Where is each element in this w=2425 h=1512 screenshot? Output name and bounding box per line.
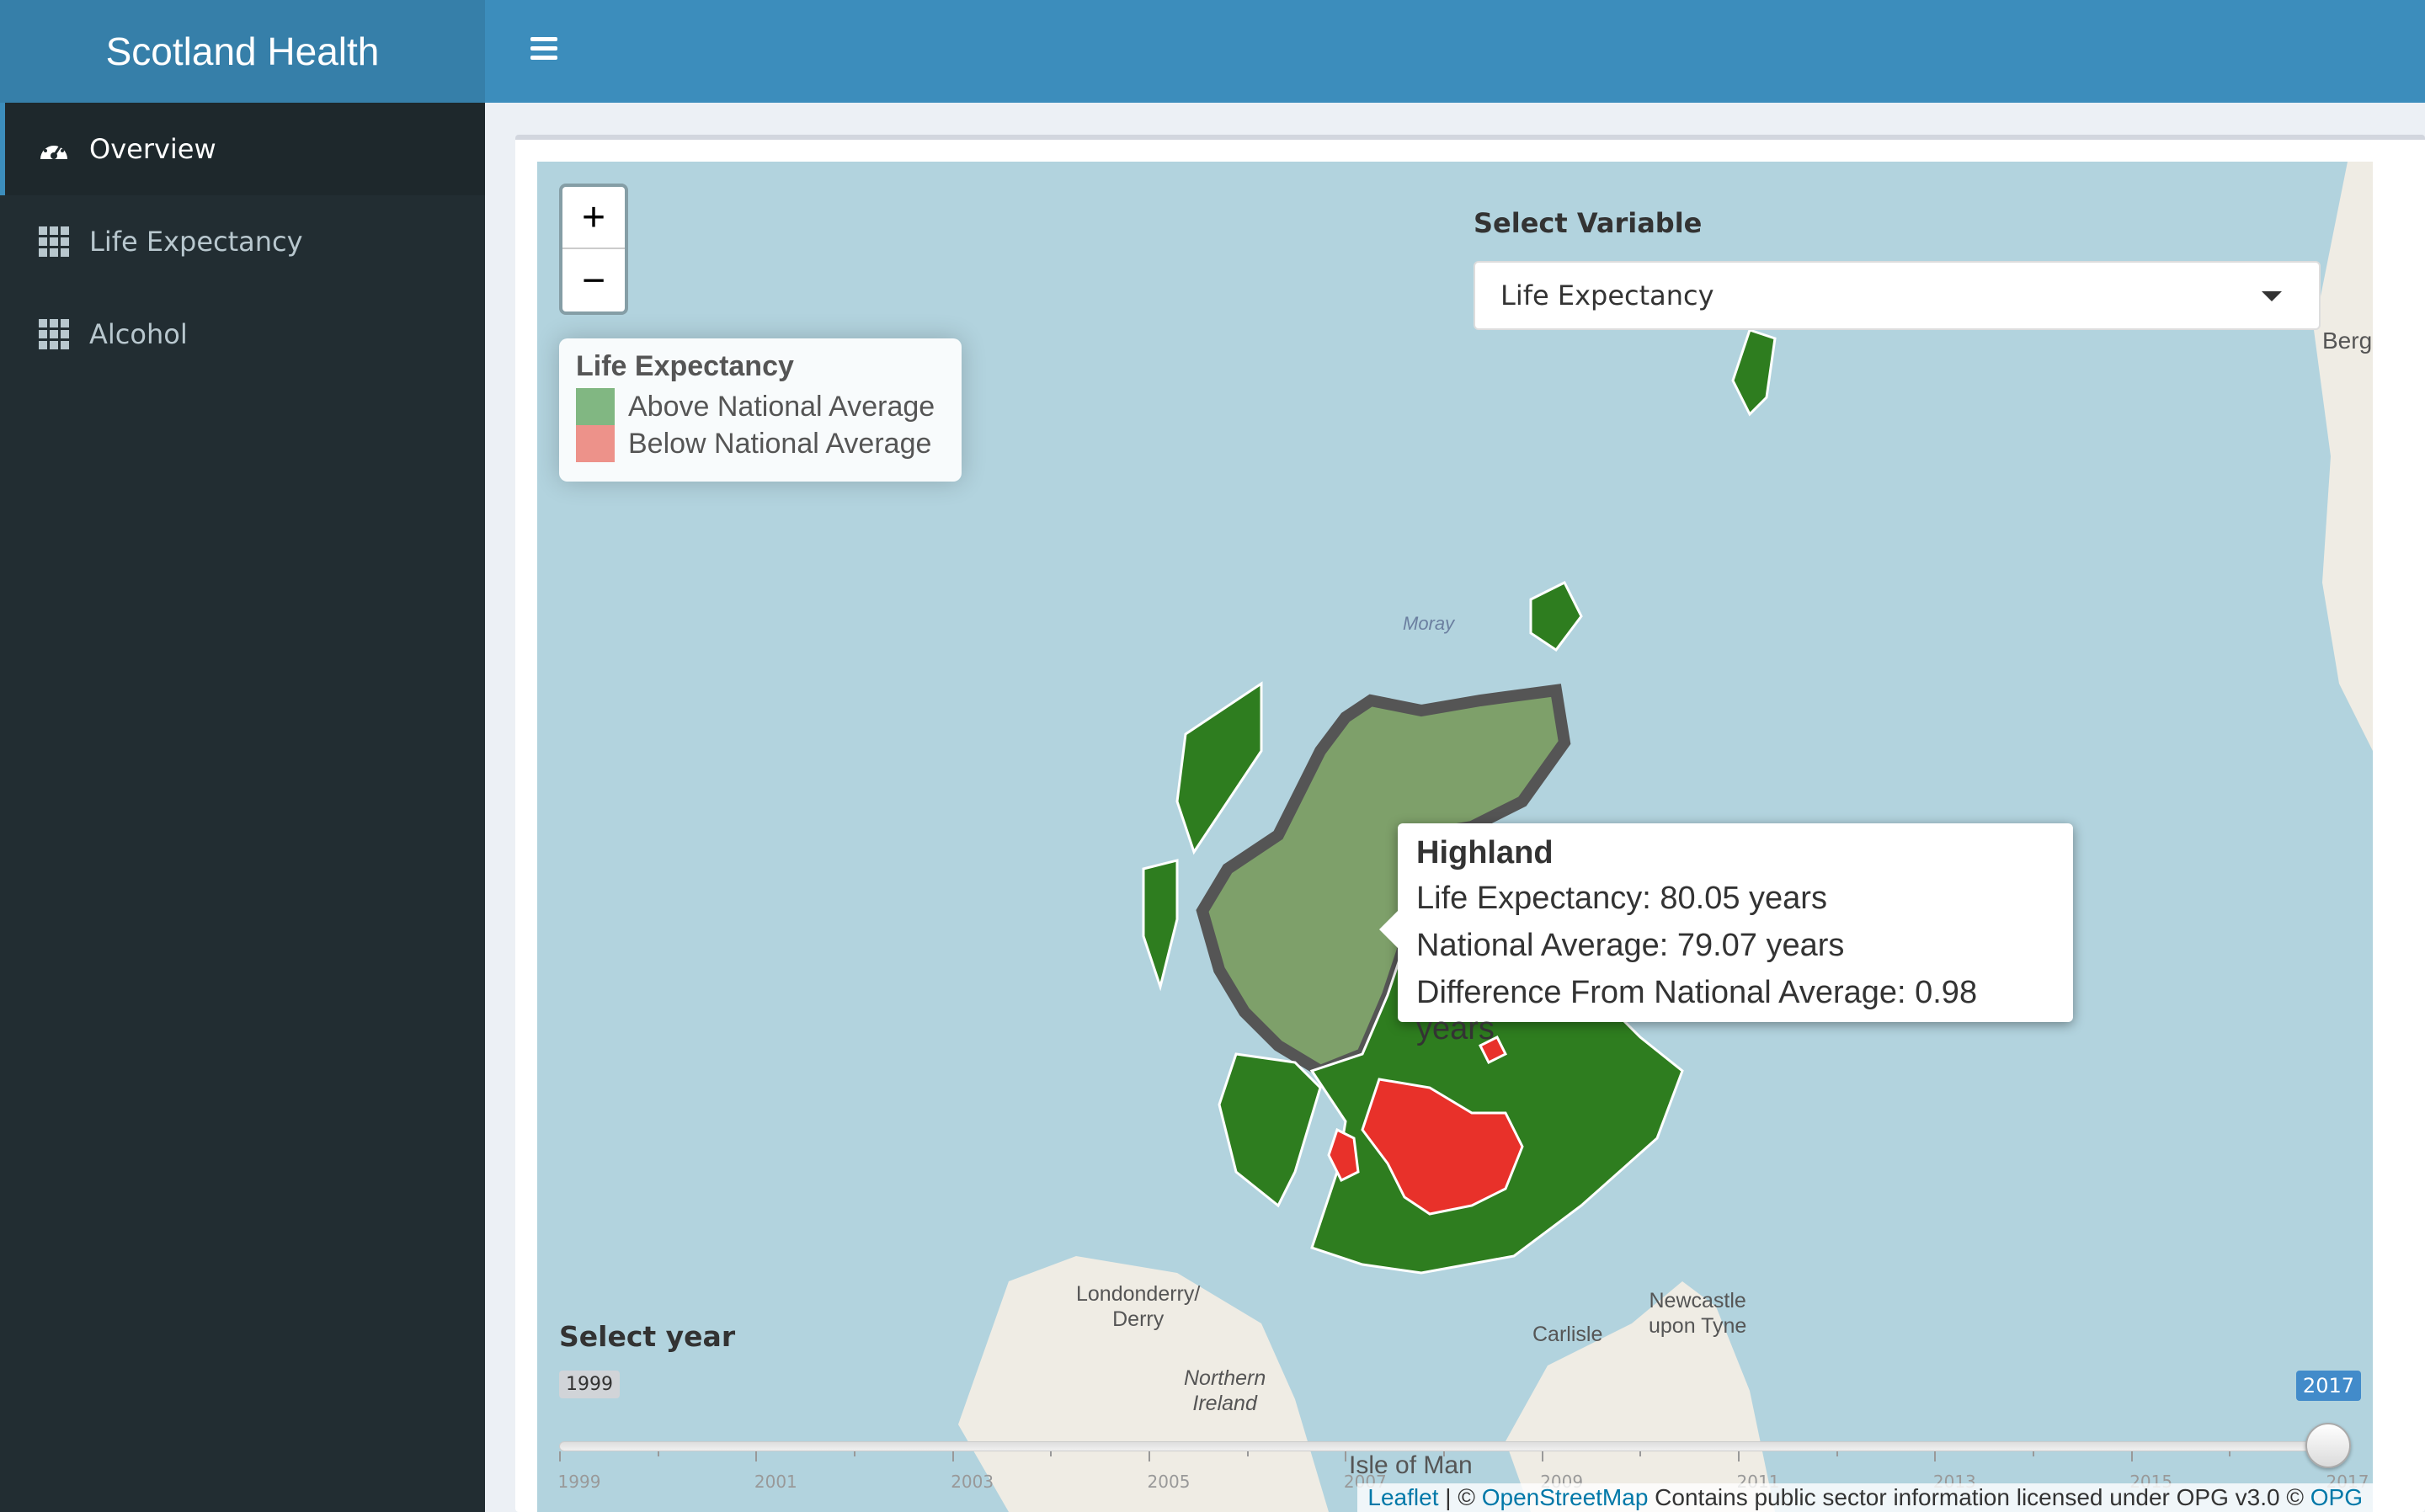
- legend-title: Life Expectancy: [576, 350, 794, 382]
- sidebar: Overview Life Expectancy Alcohol: [0, 103, 485, 1512]
- grid-icon: [37, 317, 71, 351]
- place-label-londonderry: Londonderry/ Derry: [1076, 1282, 1201, 1331]
- slider-tick: [854, 1451, 855, 1456]
- attribution-sep: | ©: [1438, 1484, 1482, 1510]
- region-shetland[interactable]: [1731, 328, 1777, 417]
- popup-title: Highland: [1416, 835, 1554, 870]
- slider-tick: [1246, 1451, 1249, 1456]
- legend-swatch-below: [576, 425, 615, 462]
- norway-land: [2314, 162, 2373, 751]
- slider-tick: [1738, 1451, 1740, 1461]
- grid-icon: [37, 225, 71, 258]
- region-popup: Highland Life Expectancy: 80.05 years Na…: [1379, 823, 2073, 1046]
- chevron-down-icon: [2262, 291, 2282, 301]
- place-label-moray: Moray: [1403, 613, 1455, 634]
- app-logo[interactable]: Scotland Health: [0, 0, 485, 103]
- slider-ticks: [559, 1451, 2329, 1468]
- legend-label: Below National Average: [628, 427, 932, 460]
- hamburger-menu-icon[interactable]: [524, 32, 564, 71]
- slider-tick: [657, 1451, 659, 1456]
- select-year-label: Select year: [559, 1320, 736, 1353]
- popup-line: Life Expectancy: 80.05 years: [1416, 881, 1827, 916]
- region-western-isles-south[interactable]: [1142, 859, 1179, 992]
- dashboard-icon: [37, 132, 71, 166]
- slider-tick: [1541, 1451, 1543, 1461]
- slider-tick: [2229, 1451, 2231, 1456]
- region-argyll[interactable]: [1218, 1052, 1322, 1208]
- app-title: Scotland Health: [105, 29, 380, 73]
- region-orkney[interactable]: [1529, 580, 1583, 652]
- sidebar-item-label: Overview: [89, 133, 216, 165]
- slider-tick: [559, 1451, 561, 1461]
- sidebar-item-label: Life Expectancy: [89, 226, 303, 258]
- slider-track[interactable]: [559, 1441, 2327, 1451]
- slider-tick: [1443, 1451, 1445, 1456]
- slider-tick: [951, 1451, 954, 1461]
- region-western-isles[interactable]: [1175, 681, 1263, 855]
- slider-tick-label: 1999: [557, 1472, 601, 1492]
- map-container[interactable]: Moray Berg Londonderry/ Derry Northern I…: [537, 162, 2373, 1512]
- slider-tick: [1345, 1451, 1347, 1461]
- slider-tick-label: 2003: [951, 1472, 994, 1492]
- popup-line: Difference From National Average: 0.98 y…: [1416, 975, 1978, 1046]
- popup-line: National Average: 79.07 years: [1416, 928, 1845, 963]
- slider-tick: [2033, 1451, 2034, 1456]
- slider-min-label: 1999: [559, 1371, 620, 1398]
- attribution-text: Contains public sector information licen…: [1648, 1484, 2310, 1510]
- slider-tick: [1639, 1451, 1642, 1456]
- slider-tick: [1050, 1451, 1053, 1456]
- sidebar-item-overview[interactable]: Overview: [0, 103, 485, 195]
- slider-tick: [2130, 1451, 2133, 1461]
- map-attribution: Leaflet | © OpenStreetMap Contains publi…: [1357, 1483, 2373, 1512]
- sidebar-item-label: Alcohol: [89, 318, 188, 350]
- leaflet-link[interactable]: Leaflet: [1367, 1484, 1438, 1511]
- slider-value-label: 2017: [2295, 1371, 2361, 1401]
- slider-tick: [1934, 1451, 1937, 1461]
- map-legend: Life Expectancy Above National Average B…: [559, 338, 962, 482]
- top-navbar: [485, 0, 2425, 103]
- slider-tick: [1836, 1451, 1838, 1456]
- osm-link[interactable]: OpenStreetMap: [1482, 1484, 1649, 1511]
- zoom-control: + −: [559, 184, 628, 315]
- slider-handle[interactable]: [2305, 1423, 2351, 1468]
- legend-label: Above National Average: [628, 390, 935, 423]
- region-inverclyde[interactable]: [1327, 1127, 1360, 1183]
- select-variable-label: Select Variable: [1474, 207, 1703, 239]
- legend-item: Below National Average: [576, 425, 945, 462]
- slider-tick: [1149, 1451, 1150, 1461]
- slider-tick-label: 2001: [754, 1472, 797, 1492]
- sidebar-item-alcohol[interactable]: Alcohol: [0, 288, 485, 381]
- sidebar-item-life-expectancy[interactable]: Life Expectancy: [0, 195, 485, 288]
- variable-dropdown[interactable]: Life Expectancy: [1474, 261, 2321, 330]
- variable-dropdown-value: Life Expectancy: [1500, 280, 1714, 311]
- slider-tick-label: 2005: [1147, 1472, 1191, 1492]
- zoom-out-button[interactable]: −: [562, 249, 625, 311]
- place-label-newcastle: Newcastle upon Tyne: [1649, 1289, 1747, 1338]
- opg-link[interactable]: OPG: [2310, 1484, 2363, 1511]
- legend-item: Above National Average: [576, 388, 945, 425]
- place-label-bergen: Berg: [2322, 327, 2373, 354]
- slider-tick: [755, 1451, 758, 1461]
- zoom-in-button[interactable]: +: [562, 187, 625, 249]
- legend-swatch-above: [576, 388, 615, 425]
- place-label-carlisle: Carlisle: [1532, 1323, 1603, 1346]
